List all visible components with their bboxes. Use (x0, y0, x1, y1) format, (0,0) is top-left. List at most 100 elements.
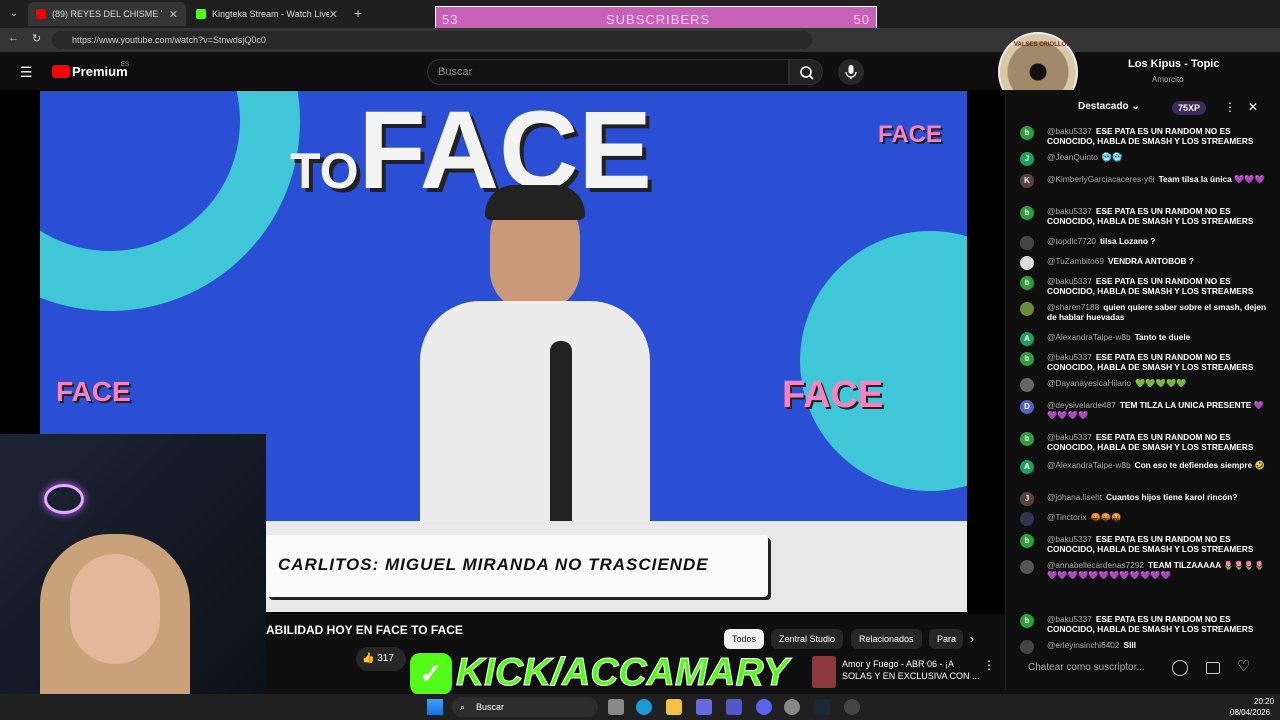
menu-icon[interactable]: ☰ (20, 64, 33, 81)
chat-avatar[interactable]: b (1020, 276, 1034, 290)
chat-avatar[interactable]: b (1020, 614, 1034, 628)
clock-date[interactable]: 08/04/2026 (1230, 708, 1270, 717)
chat-avatar[interactable] (1020, 302, 1034, 316)
youtube-logo-icon[interactable] (52, 65, 70, 78)
chat-text: Team tilsa la única 💜💜💜 (1158, 174, 1266, 184)
steam-icon[interactable] (814, 699, 830, 715)
tab-youtube[interactable]: (89) REYES DEL CHISME Y DE ✕ (28, 2, 186, 26)
chat-avatar[interactable]: b (1020, 206, 1034, 220)
chat-username[interactable]: @baku5337 (1047, 352, 1092, 362)
chat-avatar[interactable] (1020, 640, 1034, 654)
search-input[interactable]: Buscar (427, 59, 789, 85)
chips-next-icon[interactable]: › (970, 632, 974, 646)
address-bar[interactable]: https://www.youtube.com/watch?v=StnwdsjQ… (52, 31, 812, 49)
tab-title: (89) REYES DEL CHISME Y DE (52, 9, 162, 19)
chip-para[interactable]: Para (929, 629, 963, 649)
teams-icon[interactable] (726, 699, 742, 715)
chat-username[interactable]: @topdlc7720 (1047, 236, 1096, 246)
chat-message: @sharen7188 quien quiere saber sobre el s… (1020, 302, 1270, 322)
edge-icon[interactable] (636, 699, 652, 715)
chrome-icon[interactable] (844, 699, 860, 715)
chat-username[interactable]: @baku5337 (1047, 534, 1092, 544)
video-caption: CARLITOS: MIGUEL MIRANDA NO TRASCIENDE (266, 535, 768, 597)
chat-username[interactable]: @erleyinsinchi6402 (1047, 640, 1120, 650)
emoji-icon[interactable] (1172, 660, 1188, 676)
chat-avatar[interactable]: J (1020, 152, 1034, 166)
close-tab-icon[interactable]: ✕ (169, 8, 178, 21)
chat-message-body: @TuZambito69 VENDRA ANTOBOB ? (1047, 256, 1194, 270)
tab-list-button[interactable]: ⌄ (6, 6, 22, 22)
chat-avatar[interactable] (1020, 560, 1034, 574)
back-icon[interactable]: ← (8, 32, 19, 44)
taskbar-search[interactable]: ⌕ Buscar (452, 697, 598, 717)
xp-badge[interactable]: 75XP (1172, 101, 1207, 115)
chat-avatar[interactable] (1020, 256, 1034, 270)
microphone-icon (845, 65, 857, 79)
chat-username[interactable]: @baku5337 (1047, 432, 1092, 442)
recommended-thumbnail[interactable] (812, 656, 836, 688)
explorer-icon[interactable] (666, 699, 682, 715)
chat-avatar[interactable]: b (1020, 352, 1034, 366)
chat-username[interactable]: @johana.liseht (1047, 492, 1102, 502)
chat-avatar[interactable] (1020, 378, 1034, 392)
heart-icon[interactable]: ♡ (1237, 657, 1250, 675)
chat-mode-selector[interactable]: Destacado ⌄ (1078, 101, 1140, 112)
chat-input[interactable]: Chatear como suscriptor... (1028, 662, 1168, 673)
clock-time[interactable]: 20:20 (1254, 697, 1274, 706)
chat-username[interactable]: @deysivelarde487 (1047, 400, 1116, 410)
chat-avatar[interactable]: b (1020, 432, 1034, 446)
chat-avatar[interactable]: D (1020, 400, 1034, 414)
chat-avatar[interactable]: K (1020, 174, 1034, 188)
chat-username[interactable]: @KimberlyGarciacaceres-y6i (1047, 174, 1155, 184)
tab-kick[interactable]: Kingteka Stream - Watch Live on K ✕ (188, 2, 346, 26)
chat-username[interactable]: @sharen7188 (1047, 302, 1099, 312)
brand-word-face: FACE (782, 374, 884, 416)
chat-username[interactable]: @AlexandraTaipe-w8b (1047, 332, 1131, 342)
voice-search-button[interactable] (838, 59, 864, 85)
chat-username[interactable]: @baku5337 (1047, 126, 1092, 136)
chat-username[interactable]: @annabellecardenas7292 (1047, 560, 1144, 570)
subs-label: SUBSCRIBERS (606, 12, 711, 27)
chip-relacionados[interactable]: Relacionados (851, 629, 922, 649)
chat-username[interactable]: @AlexandraTaipe-w8b (1047, 460, 1131, 470)
close-tab-icon[interactable]: ✕ (329, 8, 338, 21)
chat-message: b @baku5337 ESE PATA ES UN RANDOM NO ES CO… (1020, 126, 1270, 146)
chat-avatar[interactable]: A (1020, 332, 1034, 346)
chat-mode-label: Destacado (1078, 101, 1129, 112)
chat-avatar[interactable]: J (1020, 492, 1034, 506)
search-button[interactable] (789, 59, 823, 85)
subs-goal: 50 (853, 12, 870, 27)
more-options-icon[interactable]: ⋮ (983, 658, 995, 672)
close-chat-icon[interactable]: ✕ (1248, 100, 1258, 114)
task-view-icon[interactable] (608, 699, 624, 715)
chat-username[interactable]: @baku5337 (1047, 614, 1092, 624)
chat-username[interactable]: @Tinctorix (1047, 512, 1086, 522)
chip-zentral[interactable]: Zentral Studio (771, 629, 844, 649)
like-button[interactable]: 👍 317 (356, 647, 406, 671)
chat-avatar[interactable]: b (1020, 534, 1034, 548)
chat-username[interactable]: @JeanQuinto (1047, 152, 1098, 162)
chat-username[interactable]: @TuZambito69 (1047, 256, 1104, 266)
brand-word-face: FACE (56, 376, 131, 407)
chat-avatar[interactable] (1020, 512, 1034, 526)
windows-start-icon[interactable] (427, 699, 443, 715)
super-chat-icon[interactable] (1206, 662, 1220, 674)
chat-avatar[interactable]: A (1020, 460, 1034, 474)
chip-todos[interactable]: Todos (724, 629, 765, 649)
discord-icon[interactable] (756, 699, 772, 715)
chat-message: b @baku5337 ESE PATA ES UN RANDOM NO ES CO… (1020, 206, 1270, 226)
settings-icon[interactable] (784, 699, 800, 715)
search-icon (800, 66, 814, 80)
reload-icon[interactable]: ↻ (32, 32, 41, 45)
chat-username[interactable]: @baku5337 (1047, 276, 1092, 286)
like-count: 317 (377, 653, 394, 664)
chat-avatar[interactable]: b (1020, 126, 1034, 140)
store-icon[interactable] (696, 699, 712, 715)
new-tab-button[interactable]: + (354, 5, 362, 21)
recommended-title[interactable]: Amor y Fuego - ABR 06 - ¡A SOLAS Y EN EX… (842, 658, 980, 682)
chat-username[interactable]: @DayanayesicaHilario (1047, 378, 1131, 388)
region-code: ES (121, 62, 130, 68)
chat-more-icon[interactable]: ⋮ (1224, 100, 1236, 114)
chat-username[interactable]: @baku5337 (1047, 206, 1092, 216)
chat-avatar[interactable] (1020, 236, 1034, 250)
